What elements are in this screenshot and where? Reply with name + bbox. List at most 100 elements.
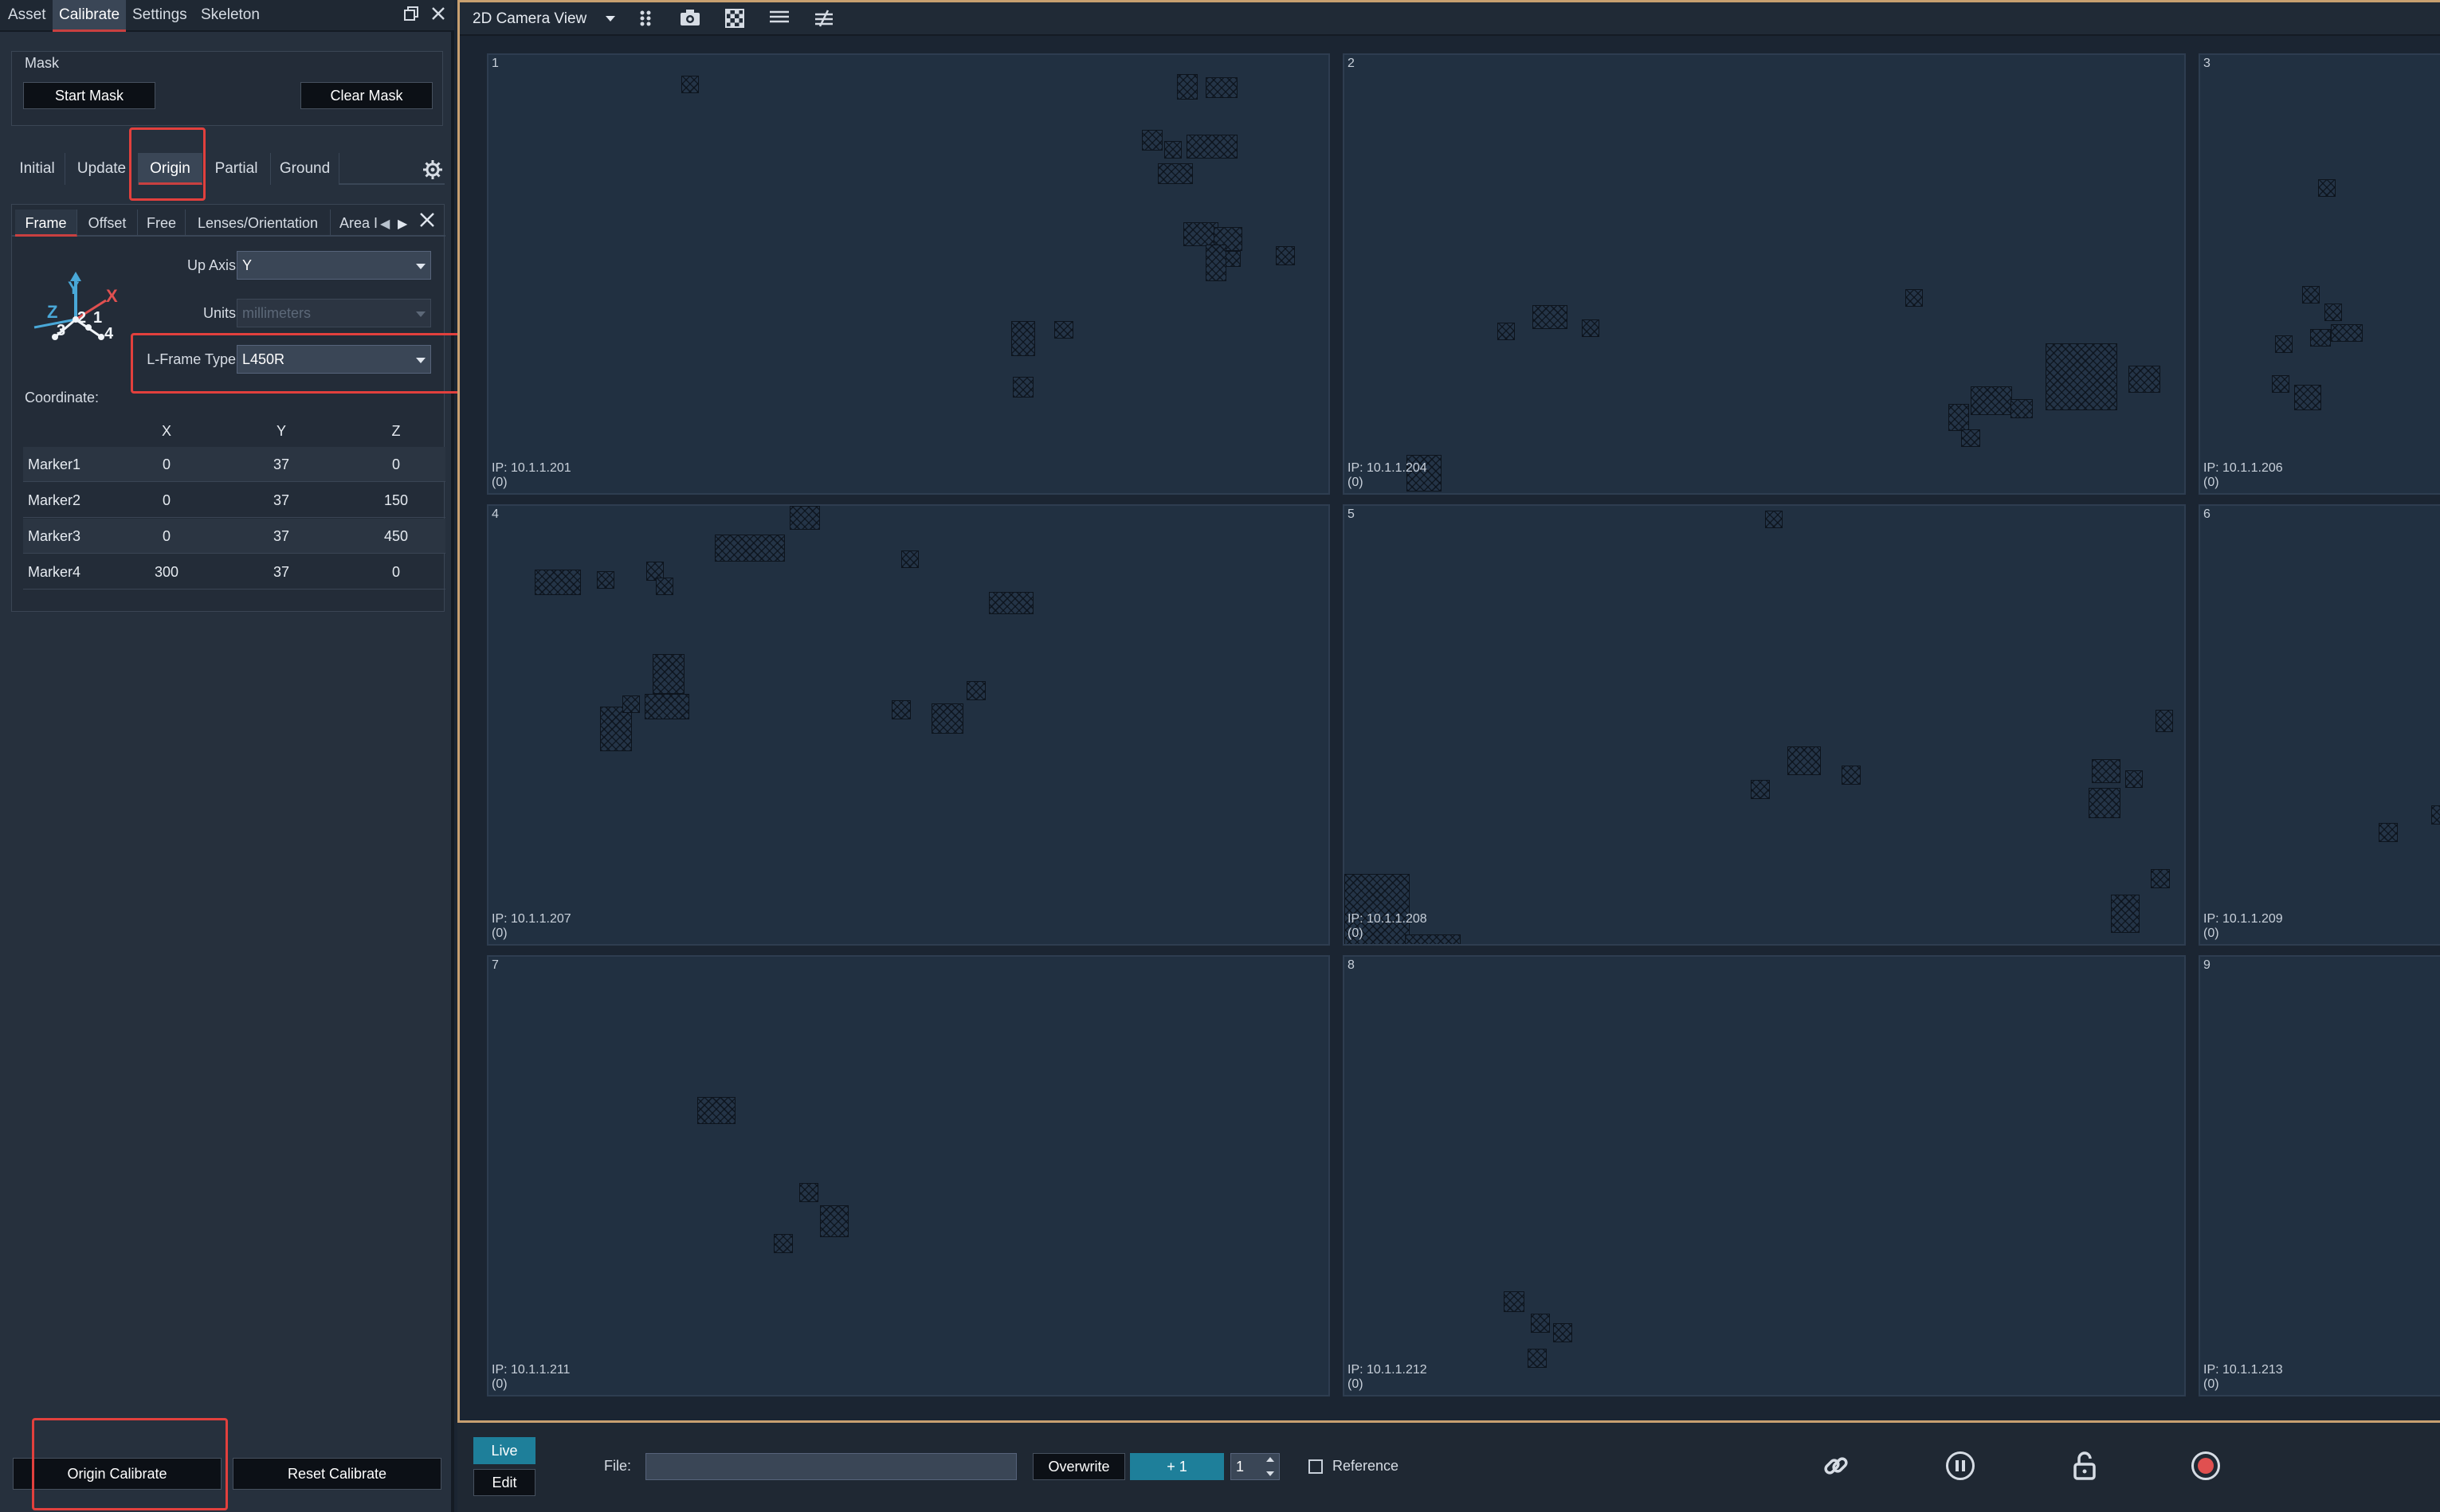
settings-gear-icon[interactable] xyxy=(422,159,443,180)
marker-name: Marker4 xyxy=(28,564,81,580)
chevron-up-icon[interactable] xyxy=(1266,1457,1274,1462)
increment-button[interactable]: + 1 xyxy=(1130,1453,1224,1480)
popout-icon[interactable] xyxy=(400,5,422,27)
close-icon[interactable] xyxy=(427,5,449,27)
subtab-lenses-orientation[interactable]: Lenses/Orientation xyxy=(186,210,331,237)
lines-icon[interactable] xyxy=(767,9,791,29)
overwrite-button[interactable]: Overwrite xyxy=(1033,1453,1125,1480)
reference-checkbox[interactable] xyxy=(1308,1459,1323,1474)
camera-marker-count: (0) xyxy=(492,476,508,489)
subtab-frame[interactable]: Frame xyxy=(15,210,77,237)
axis-y-label: Y xyxy=(68,278,80,298)
coord-table-header: X Y Z xyxy=(23,415,445,447)
camera-marker-count: (0) xyxy=(492,926,508,940)
marker-z: 0 xyxy=(391,456,400,472)
subtab-offset[interactable]: Offset xyxy=(77,210,138,237)
reset-calibrate-button[interactable]: Reset Calibrate xyxy=(233,1458,441,1490)
camera-marker-count: (0) xyxy=(1347,476,1363,489)
table-row: Marker4 300 37 0 xyxy=(23,554,445,590)
camera-marker-count: (0) xyxy=(492,1377,508,1391)
subtab-free[interactable]: Free xyxy=(138,210,186,237)
live-mode-button[interactable]: Live xyxy=(473,1437,535,1464)
camera-tile-5[interactable]: 5 IP: 10.1.1.208 (0) xyxy=(1343,504,2186,946)
col-header-x: X xyxy=(161,423,171,439)
table-row: Marker2 0 37 150 xyxy=(23,483,445,518)
scroll-right-icon[interactable]: ▶ xyxy=(398,216,407,232)
camera-tile-8[interactable]: 8 IP: 10.1.1.212 (0) xyxy=(1343,955,2186,1396)
camera-ip: IP: 10.1.1.212 xyxy=(1347,1363,1427,1377)
camera-ip: IP: 10.1.1.208 xyxy=(1347,912,1427,926)
checkerboard-icon[interactable] xyxy=(723,9,747,29)
chevron-down-icon[interactable] xyxy=(1266,1471,1274,1476)
marker-x: 300 xyxy=(154,564,179,580)
origin-frame-panel: Frame Offset Free Lenses/Orientation Are… xyxy=(11,204,445,612)
file-name-input[interactable] xyxy=(645,1453,1017,1480)
camera-tile-6[interactable]: 6 IP: 10.1.1.209 (0) xyxy=(2199,504,2440,946)
subtab-area[interactable]: Area I xyxy=(331,210,386,237)
unlock-icon[interactable] xyxy=(2070,1450,2099,1482)
camera-tile-7[interactable]: 7 IP: 10.1.1.211 (0) xyxy=(487,955,1330,1396)
close-subpanel-icon[interactable] xyxy=(417,210,441,233)
tab-update[interactable]: Update xyxy=(65,153,139,185)
calibration-mode-tabs: Initial Update Origin Partial Ground xyxy=(10,153,445,185)
tab-initial[interactable]: Initial xyxy=(10,153,65,185)
marker-z: 450 xyxy=(383,528,409,544)
lframe-type-select[interactable]: L450R xyxy=(237,345,431,374)
chevron-down-icon xyxy=(416,311,426,317)
mask-group-title: Mask xyxy=(25,55,60,71)
view-mode-select[interactable]: 2D Camera View xyxy=(473,10,615,28)
take-number-stepper[interactable]: 1 xyxy=(1230,1453,1280,1480)
camera-number: 9 xyxy=(2203,958,2211,972)
marker-x: 0 xyxy=(162,528,171,544)
calibration-panel: Asset Calibrate Settings Skeleton Mask S… xyxy=(0,0,472,1512)
table-row: Marker3 0 37 450 xyxy=(23,519,445,554)
up-axis-label: Up Axis: xyxy=(186,257,240,273)
chevron-down-icon xyxy=(605,16,615,22)
camera-tile-1[interactable]: 1 IP: 10.1.1.201 (0) xyxy=(487,53,1330,495)
camera-ip: IP: 10.1.1.209 xyxy=(2203,912,2283,926)
marker-3-label: 3 xyxy=(57,322,65,339)
camera-view-pane: 2D Camera View 1 IP: 10.1.1.201 (0) 2 IP… xyxy=(457,0,2440,1423)
camera-ip: IP: 10.1.1.204 xyxy=(1347,461,1427,475)
camera-tile-4[interactable]: 4 IP: 10.1.1.207 (0) xyxy=(487,504,1330,946)
camera-marker-count: (0) xyxy=(1347,1377,1363,1391)
units-select: millimeters xyxy=(237,299,431,327)
view-toolbar: 2D Camera View xyxy=(460,2,2440,36)
tab-asset[interactable]: Asset xyxy=(2,0,53,32)
mask-group: Mask Start Mask Clear Mask xyxy=(11,51,443,126)
marker-y: 37 xyxy=(273,528,290,544)
camera-number: 3 xyxy=(2203,57,2211,70)
camera-icon[interactable] xyxy=(678,9,702,29)
record-icon[interactable] xyxy=(2191,1451,2220,1480)
not-equal-icon[interactable] xyxy=(812,9,836,29)
marker-x: 0 xyxy=(162,492,171,508)
calibrate-actions: Origin Calibrate Reset Calibrate xyxy=(0,1450,454,1498)
tab-skeleton[interactable]: Skeleton xyxy=(194,0,266,32)
up-axis-select[interactable]: Y xyxy=(237,251,431,280)
playback-bar: Live Edit File: Overwrite + 1 1 Referenc… xyxy=(457,1423,2440,1512)
marker-name: Marker2 xyxy=(28,492,81,508)
tab-calibrate[interactable]: Calibrate xyxy=(53,0,127,32)
clear-mask-button[interactable]: Clear Mask xyxy=(300,82,433,109)
tab-partial[interactable]: Partial xyxy=(202,153,271,185)
marker-4-label: 4 xyxy=(104,325,114,343)
tab-ground[interactable]: Ground xyxy=(271,153,339,185)
tab-origin[interactable]: Origin xyxy=(139,153,202,185)
camera-tile-3[interactable]: 3 IP: 10.1.1.206 (0) xyxy=(2199,53,2440,495)
marker-2-label: 2 xyxy=(77,309,86,327)
scroll-left-icon[interactable]: ◀ xyxy=(380,216,390,232)
camera-number: 6 xyxy=(2203,507,2211,521)
link-icon[interactable] xyxy=(1820,1450,1852,1482)
start-mask-button[interactable]: Start Mask xyxy=(23,82,155,109)
edit-mode-button[interactable]: Edit xyxy=(473,1469,535,1496)
pause-icon[interactable] xyxy=(1946,1451,1975,1480)
markers-icon[interactable] xyxy=(635,9,659,29)
camera-tile-9[interactable]: 9 IP: 10.1.1.213 (0) xyxy=(2199,955,2440,1396)
chevron-down-icon xyxy=(416,264,426,269)
axis-z-label: Z xyxy=(47,302,57,322)
camera-tile-2[interactable]: 2 IP: 10.1.1.204 (0) xyxy=(1343,53,2186,495)
marker-y: 37 xyxy=(273,492,290,508)
origin-calibrate-button[interactable]: Origin Calibrate xyxy=(13,1458,222,1490)
tab-settings[interactable]: Settings xyxy=(126,0,194,32)
camera-marker-count: (0) xyxy=(1347,926,1363,940)
